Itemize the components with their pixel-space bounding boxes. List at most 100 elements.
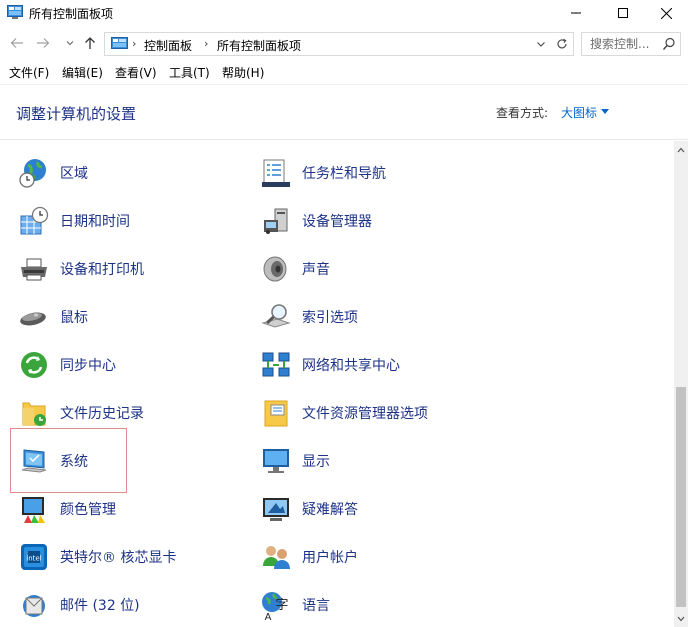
item-label: 设备和打印机	[60, 262, 144, 278]
scroll-thumb[interactable]	[676, 387, 686, 607]
item-date-time[interactable]: 日期和时间	[18, 201, 130, 241]
maximize-icon	[618, 8, 628, 18]
arrow-up-icon	[85, 37, 95, 49]
content-header: 调整计算机的设置 查看方式: 大图标	[0, 84, 688, 140]
search-box[interactable]	[581, 32, 681, 56]
menu-edit[interactable]: 编辑(E)	[62, 64, 103, 81]
intel-graphics-icon: intel	[21, 544, 47, 570]
color-management-icon	[22, 497, 45, 523]
caret-down-icon[interactable]	[601, 109, 609, 114]
item-display[interactable]: 显示	[260, 441, 330, 481]
control-panel-items: 区域 日期和时间 设备和打印机 鼠标 同步中心 文件历史记录 系统 颜色管理 i…	[0, 141, 674, 627]
item-label: 鼠标	[60, 310, 88, 326]
taskbar-icon	[262, 159, 290, 187]
item-label: 邮件 (32 位)	[60, 598, 140, 614]
item-network-sharing[interactable]: 网络和共享中心	[260, 345, 400, 385]
search-icon[interactable]	[662, 37, 676, 51]
breadcrumb-all-items[interactable]: 所有控制面板项	[217, 37, 301, 54]
up-button[interactable]	[83, 36, 97, 50]
item-label: 设备管理器	[302, 214, 372, 230]
language-icon: 字 A	[262, 592, 289, 621]
close-button[interactable]	[643, 0, 688, 26]
system-computer-icon	[21, 449, 47, 473]
menu-help[interactable]: 帮助(H)	[222, 64, 264, 81]
close-icon	[660, 7, 672, 19]
printer-icon	[21, 258, 47, 281]
breadcrumb-control-panel[interactable]: 控制面板	[144, 37, 192, 54]
item-label: 英特尔® 核芯显卡	[60, 550, 177, 566]
item-mail[interactable]: 邮件 (32 位)	[18, 585, 140, 625]
item-mouse[interactable]: 鼠标	[18, 297, 88, 337]
item-intel-graphics[interactable]: intel 英特尔® 核芯显卡	[18, 537, 176, 577]
svg-text:A: A	[265, 612, 272, 621]
user-accounts-icon	[263, 546, 290, 569]
item-explorer-options[interactable]: 文件资源管理器选项	[260, 393, 428, 433]
chevron-up-icon[interactable]	[677, 146, 685, 154]
item-label: 颜色管理	[60, 502, 116, 518]
sync-icon	[21, 352, 47, 378]
search-input[interactable]	[590, 36, 658, 52]
mouse-icon	[20, 312, 46, 326]
item-label: 声音	[302, 262, 330, 278]
menu-view[interactable]: 查看(V)	[115, 64, 157, 81]
item-label: 系统	[60, 454, 88, 470]
item-device-manager[interactable]: 设备管理器	[260, 201, 372, 241]
item-sound[interactable]: 声音	[260, 249, 330, 289]
control-panel-icon	[7, 5, 23, 19]
menu-bar: 文件(F) 编辑(E) 查看(V) 工具(T) 帮助(H)	[0, 62, 688, 82]
explorer-options-icon	[264, 400, 288, 427]
recent-locations-button[interactable]	[63, 36, 77, 50]
maximize-button[interactable]	[600, 0, 646, 26]
display-icon	[263, 449, 289, 473]
item-color-management[interactable]: 颜色管理	[18, 489, 116, 529]
window-title: 所有控制面板项	[29, 7, 114, 21]
item-label: 区域	[60, 166, 88, 182]
item-label: 用户帐户	[302, 550, 358, 566]
item-devices-printers[interactable]: 设备和打印机	[18, 249, 144, 289]
item-troubleshooting[interactable]: 疑难解答	[260, 489, 358, 529]
item-file-history[interactable]: 文件历史记录	[18, 393, 144, 433]
item-label: 日期和时间	[60, 214, 130, 230]
minimize-icon	[571, 12, 581, 14]
globe-clock-icon	[19, 159, 46, 188]
troubleshoot-icon	[263, 498, 289, 521]
speaker-icon	[263, 256, 287, 282]
item-label: 文件资源管理器选项	[302, 406, 428, 422]
view-by-dropdown[interactable]: 大图标	[561, 104, 597, 121]
back-button[interactable]	[10, 36, 24, 50]
item-indexing-options[interactable]: 索引选项	[260, 297, 358, 337]
item-sync-center[interactable]: 同步中心	[18, 345, 116, 385]
item-taskbar-navigation[interactable]: 任务栏和导航	[260, 153, 386, 193]
item-label: 网络和共享中心	[302, 358, 400, 374]
forward-button[interactable]	[36, 36, 50, 50]
breadcrumb-separator[interactable]: ›	[132, 37, 136, 50]
minimize-button[interactable]	[553, 0, 599, 26]
menu-file[interactable]: 文件(F)	[9, 64, 49, 81]
refresh-icon[interactable]	[555, 37, 569, 51]
svg-text:字: 字	[275, 598, 288, 613]
folder-history-icon	[22, 402, 46, 426]
item-language[interactable]: 字 A 语言	[260, 585, 330, 625]
view-by-label: 查看方式:	[496, 106, 549, 120]
chevron-down-icon[interactable]	[677, 615, 685, 623]
item-region[interactable]: 区域	[18, 153, 88, 193]
address-bar[interactable]: › 控制面板 › 所有控制面板项	[104, 32, 574, 56]
indexing-icon	[261, 304, 291, 328]
chevron-down-icon[interactable]	[535, 38, 547, 50]
item-label: 语言	[302, 598, 330, 614]
title-bar: 所有控制面板项	[0, 0, 688, 26]
svg-text:intel: intel	[26, 555, 41, 563]
item-label: 文件历史记录	[60, 406, 144, 422]
breadcrumb-separator[interactable]: ›	[204, 37, 208, 50]
item-label: 任务栏和导航	[302, 166, 386, 182]
item-system[interactable]: 系统	[18, 441, 88, 481]
device-manager-icon	[264, 208, 288, 234]
arrow-left-icon	[10, 38, 23, 48]
item-user-accounts[interactable]: 用户帐户	[260, 537, 358, 577]
arrow-right-icon	[37, 38, 50, 48]
item-label: 疑难解答	[302, 502, 358, 518]
mail-icon	[23, 595, 45, 617]
item-label: 显示	[302, 454, 330, 470]
menu-tools[interactable]: 工具(T)	[169, 64, 210, 81]
vertical-scrollbar[interactable]	[674, 141, 688, 627]
